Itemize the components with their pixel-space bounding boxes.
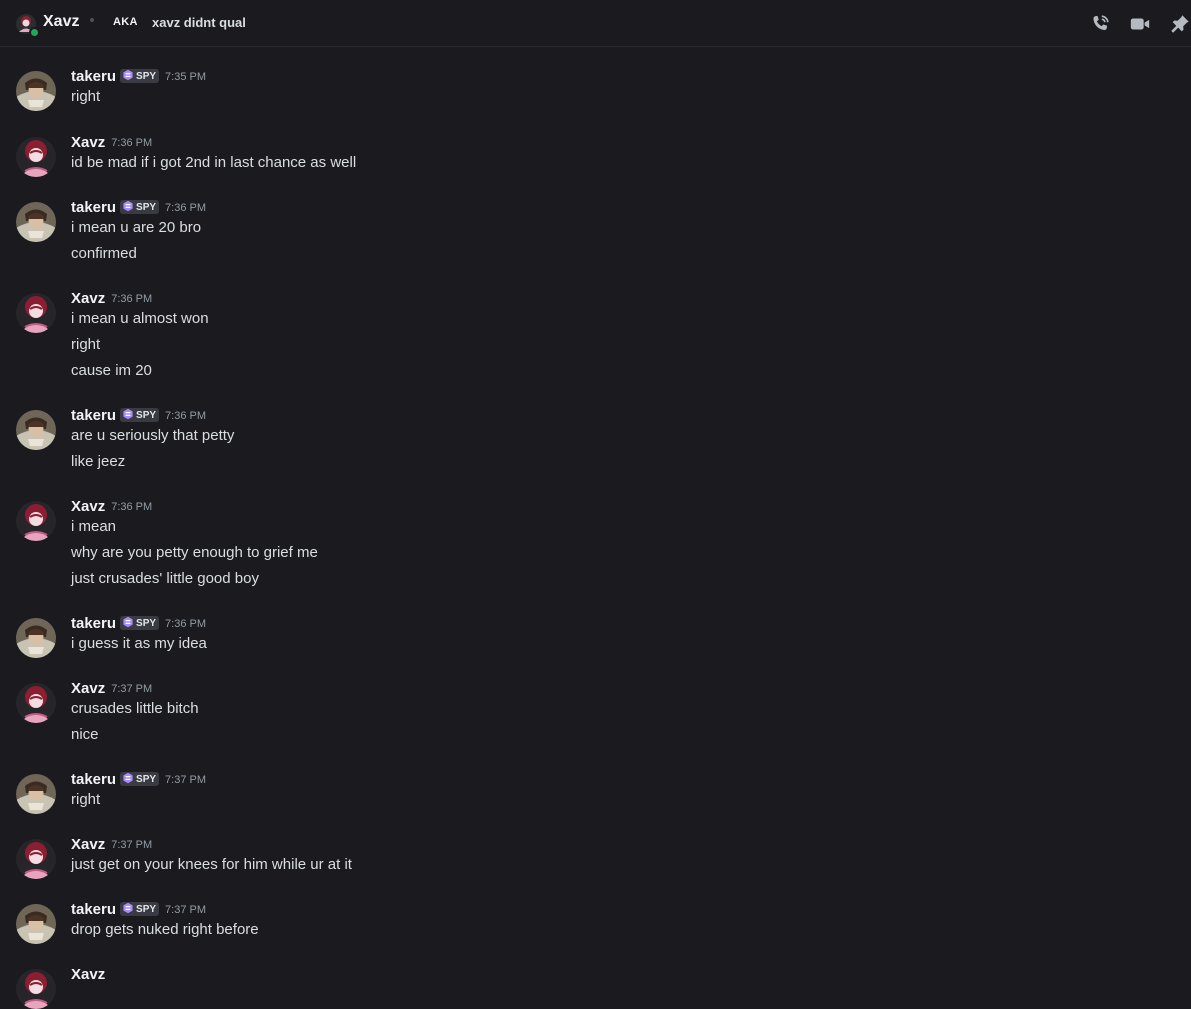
message-timestamp: 7:36 PM: [165, 202, 207, 214]
server-tag-badge[interactable]: SPY: [120, 902, 160, 916]
avatar[interactable]: [16, 137, 56, 177]
message-header: takeru SPY 7:36 PM: [71, 199, 206, 219]
message-line: nice: [71, 726, 99, 743]
spy-tag-icon: [122, 902, 136, 915]
message-line: why are you petty enough to grief me: [71, 544, 318, 561]
author-name[interactable]: Xavz: [71, 966, 105, 983]
message-header: Xavz 7:37 PM: [71, 836, 152, 856]
header-separator: [90, 18, 94, 22]
message-line: like jeez: [71, 453, 126, 470]
server-tag-label: SPY: [136, 202, 157, 213]
author-name[interactable]: takeru: [71, 771, 116, 788]
avatar[interactable]: [16, 839, 56, 879]
server-tag-badge[interactable]: SPY: [120, 408, 160, 422]
avatar[interactable]: [16, 501, 56, 541]
message-timestamp: 7:36 PM: [111, 501, 153, 513]
message-timestamp: 7:37 PM: [165, 774, 207, 786]
message-line: just crusades' little good boy: [71, 570, 259, 587]
aka-label: AKA: [113, 16, 138, 28]
message-header: takeru SPY 7:37 PM: [71, 901, 206, 921]
author-name[interactable]: takeru: [71, 68, 116, 85]
avatar[interactable]: [16, 618, 56, 658]
message-header: takeru SPY 7:37 PM: [71, 771, 206, 791]
author-name[interactable]: takeru: [71, 615, 116, 632]
server-tag-badge[interactable]: SPY: [120, 616, 160, 630]
message-header: takeru SPY 7:36 PM: [71, 615, 206, 635]
message-header: takeru SPY 7:35 PM: [71, 68, 206, 88]
pin-icon[interactable]: [1169, 13, 1191, 35]
message-timestamp: 7:36 PM: [111, 293, 153, 305]
message-timestamp: 7:36 PM: [111, 137, 153, 149]
message-line: i mean u are 20 bro: [71, 219, 202, 236]
header-avatar[interactable]: [16, 14, 40, 38]
message-header: Xavz: [71, 966, 105, 986]
message-line: right: [71, 336, 101, 353]
server-tag-badge[interactable]: SPY: [120, 69, 160, 83]
message-line: drop gets nuked right before: [71, 921, 259, 938]
message-timestamp: 7:36 PM: [165, 410, 207, 422]
message-timestamp: 7:36 PM: [165, 618, 207, 630]
author-name[interactable]: takeru: [71, 199, 116, 216]
message-header: Xavz 7:37 PM: [71, 680, 152, 700]
message-line: i guess it as my idea: [71, 635, 207, 652]
avatar[interactable]: [16, 202, 56, 242]
spy-tag-icon: [122, 616, 136, 629]
message-header: Xavz 7:36 PM: [71, 290, 152, 310]
message-timestamp: 7:37 PM: [165, 904, 207, 916]
avatar[interactable]: [16, 683, 56, 723]
author-name[interactable]: Xavz: [71, 836, 105, 853]
message-timestamp: 7:37 PM: [111, 683, 153, 695]
message-line: just get on your knees for him while ur …: [71, 856, 352, 873]
server-tag-label: SPY: [136, 774, 157, 785]
avatar[interactable]: [16, 293, 56, 333]
author-name[interactable]: takeru: [71, 901, 116, 918]
phone-call-icon[interactable]: [1089, 13, 1111, 35]
aka-value: xavz didnt qual: [152, 15, 246, 30]
online-status-dot: [29, 27, 40, 38]
avatar[interactable]: [16, 969, 56, 1009]
author-name[interactable]: Xavz: [71, 290, 105, 307]
avatar[interactable]: [16, 71, 56, 111]
message-line: i mean u almost won: [71, 310, 209, 327]
author-name[interactable]: Xavz: [71, 680, 105, 697]
server-tag-label: SPY: [136, 71, 157, 82]
server-tag-label: SPY: [136, 410, 157, 421]
message-list[interactable]: takeru SPY 7:35 PM right Xavz 7:36 PM id be ma…: [0, 48, 1191, 1009]
author-name[interactable]: takeru: [71, 407, 116, 424]
dm-header: Xavz AKA xavz didnt qual: [0, 0, 1191, 47]
author-name[interactable]: Xavz: [71, 498, 105, 515]
header-username: Xavz: [43, 13, 80, 30]
message-header: Xavz 7:36 PM: [71, 134, 152, 154]
message-timestamp: 7:37 PM: [111, 839, 153, 851]
message-line: right: [71, 791, 101, 808]
avatar[interactable]: [16, 904, 56, 944]
spy-tag-icon: [122, 200, 136, 213]
server-tag-badge[interactable]: SPY: [120, 772, 160, 786]
message-line: id be mad if i got 2nd in last chance as…: [71, 154, 357, 171]
server-tag-label: SPY: [136, 904, 157, 915]
message-line: right: [71, 88, 101, 105]
video-camera-icon[interactable]: [1129, 13, 1151, 35]
spy-tag-icon: [122, 772, 136, 785]
spy-tag-icon: [122, 408, 136, 421]
message-line: confirmed: [71, 245, 137, 262]
message-timestamp: 7:35 PM: [165, 71, 207, 83]
message-header: takeru SPY 7:36 PM: [71, 407, 206, 427]
message-line: i mean: [71, 518, 117, 535]
server-tag-label: SPY: [136, 618, 157, 629]
message-line: are u seriously that petty: [71, 427, 235, 444]
message-line: crusades little bitch: [71, 700, 199, 717]
avatar[interactable]: [16, 774, 56, 814]
spy-tag-icon: [122, 69, 136, 82]
author-name[interactable]: Xavz: [71, 134, 105, 151]
message-line: cause im 20: [71, 362, 152, 379]
server-tag-badge[interactable]: SPY: [120, 200, 160, 214]
avatar[interactable]: [16, 410, 56, 450]
message-header: Xavz 7:36 PM: [71, 498, 152, 518]
